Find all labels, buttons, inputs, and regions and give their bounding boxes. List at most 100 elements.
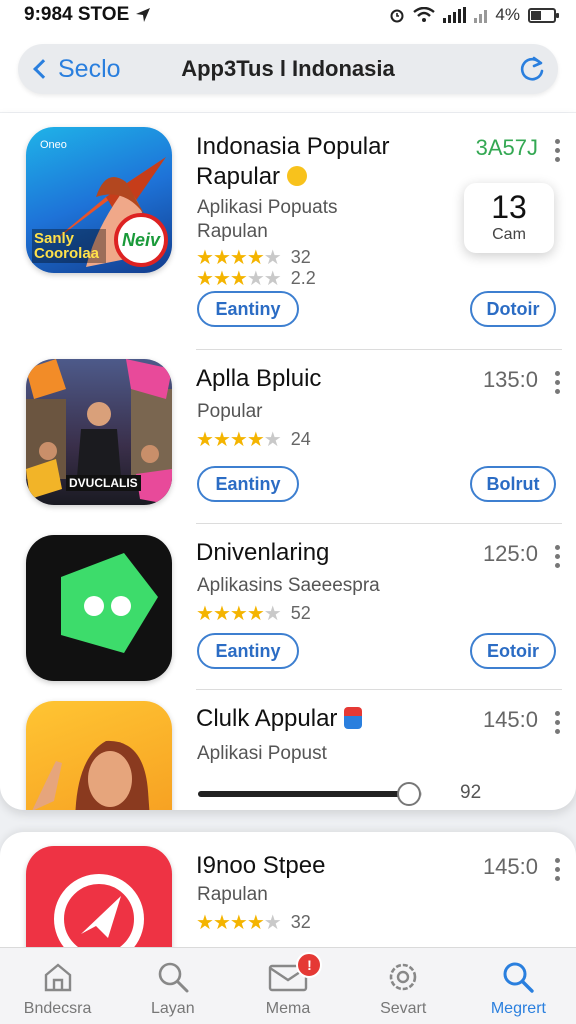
- tab-mema[interactable]: ! Mema: [230, 948, 345, 1024]
- star-filled-icon: ★: [229, 912, 248, 934]
- more-options-icon[interactable]: [555, 545, 560, 568]
- star-empty-icon: ★: [263, 603, 282, 625]
- app-name-line2-text: Rapular: [196, 163, 281, 190]
- refresh-icon[interactable]: [518, 55, 546, 83]
- status-left: 9:984 STOE: [24, 4, 151, 26]
- star-filled-icon: ★: [246, 429, 265, 451]
- app-icon-2[interactable]: DVUCLALIS: [26, 359, 172, 505]
- app-row-1[interactable]: Oneo Sanly Coorolaa Neiv Indonasia Popul…: [0, 113, 576, 349]
- tab-megrert[interactable]: Megrert: [461, 948, 576, 1024]
- app-name: I9noo Stpee: [196, 852, 326, 879]
- app-subtitle: Aplikasi Popuats: [197, 197, 338, 218]
- star-filled-icon: ★: [212, 603, 231, 625]
- slider-fill: [198, 791, 409, 797]
- more-options-icon[interactable]: [555, 371, 560, 394]
- navigation-header: Seclo App3Tus l Indonasia: [0, 30, 576, 112]
- rating-row: ★★★★★ 24: [196, 427, 311, 452]
- star-filled-icon: ★: [229, 603, 248, 625]
- search-icon: [503, 962, 535, 993]
- rating-count: 32: [290, 912, 311, 932]
- get-button[interactable]: Eantiny: [197, 291, 299, 327]
- detail-button[interactable]: Eotoir: [470, 633, 556, 669]
- notification-badge: !: [296, 952, 323, 978]
- tab-label: Megrert: [490, 1000, 546, 1017]
- location-arrow-icon: [136, 8, 151, 22]
- star-empty-icon: ★: [246, 268, 265, 290]
- smiley-icon: [286, 166, 307, 186]
- rank-popup-label: Cam: [492, 226, 526, 243]
- rating-count: 32: [290, 247, 311, 267]
- star-filled-icon: ★: [196, 912, 214, 934]
- app-subtitle: Rapulan: [197, 884, 268, 905]
- more-options-icon[interactable]: [555, 858, 560, 881]
- app-price: 3A57J: [475, 135, 538, 160]
- app-name-line2: Rapular: [196, 163, 307, 191]
- rating-row: ★★★★★ 52: [196, 601, 311, 626]
- rating-count: 2.2: [290, 268, 316, 288]
- rating-row: ★★★★★ 32: [196, 910, 311, 935]
- tab-layan[interactable]: Layan: [115, 948, 230, 1024]
- chat-bubble-icon: [61, 553, 158, 653]
- star-rating: ★★★★★: [196, 427, 282, 452]
- app-icon-3[interactable]: [26, 535, 172, 681]
- chevron-left-icon: [33, 59, 53, 79]
- tab-sevart[interactable]: Sevart: [346, 948, 461, 1024]
- rank-popup: 13 Cam: [464, 183, 554, 253]
- battery-percent: 4%: [495, 5, 520, 24]
- app-row-3[interactable]: Dnivenlaring Aplikasins Saeeespra ★★★★★ …: [0, 523, 576, 689]
- gear-icon: [389, 963, 417, 991]
- new-badge: Neiv: [114, 213, 168, 267]
- star-rating: ★★★★★: [196, 266, 282, 291]
- more-options-icon[interactable]: [555, 139, 560, 162]
- back-label: Seclo: [58, 54, 121, 83]
- detail-button[interactable]: Bolrut: [470, 466, 556, 502]
- app-name-text: Clulk Appular: [196, 705, 338, 732]
- app-row-5[interactable]: I9noo Stpee Rapulan ★★★★★ 32 145:0: [0, 832, 576, 992]
- app-row-2[interactable]: DVUCLALIS Aplla Bpluic Popular ★★★★★ 24 …: [0, 349, 576, 523]
- slider-knob[interactable]: [396, 782, 421, 806]
- app-icon-1[interactable]: Oneo Sanly Coorolaa Neiv: [26, 127, 172, 273]
- star-empty-icon: ★: [263, 268, 282, 290]
- tab-label: Mema: [265, 1000, 311, 1017]
- tab-label: Sevart: [380, 1000, 427, 1017]
- woman-portrait-illustration: [32, 740, 150, 810]
- alarm-icon: [390, 9, 404, 23]
- back-button[interactable]: Seclo: [28, 44, 121, 94]
- app-name: Dnivenlaring: [196, 539, 330, 566]
- app-name: Indonasia Popular: [196, 133, 390, 160]
- app-subtitle: Aplikasi Popust: [197, 743, 327, 764]
- star-rating: ★★★★★: [196, 601, 282, 626]
- tab-home[interactable]: Bndecsra: [0, 948, 115, 1024]
- icon-brand-text: Oneo: [40, 139, 67, 151]
- status-time: 9:984 STOE: [24, 4, 130, 25]
- app-subtitle-line2: Rapulan: [197, 221, 268, 242]
- tab-bar: Bndecsra Layan ! Mema Sevart Megrert: [0, 947, 576, 1024]
- navigation-bar: Seclo App3Tus l Indonasia: [18, 44, 558, 94]
- get-button[interactable]: Eantiny: [197, 466, 299, 502]
- app-price: 125:0: [482, 541, 538, 566]
- app-row-4[interactable]: Clulk Appular Aplikasi Popust 145:0 92: [0, 689, 576, 810]
- signal-secondary-icon: [474, 7, 488, 23]
- get-button[interactable]: Eantiny: [197, 633, 299, 669]
- star-empty-icon: ★: [263, 429, 282, 451]
- app-icon-4[interactable]: [26, 701, 172, 810]
- download-progress-slider[interactable]: [198, 779, 422, 809]
- new-badge-label: Neiv: [121, 229, 161, 250]
- paint-icon: [344, 707, 363, 729]
- battery-icon: [528, 7, 559, 23]
- icon-caption: Sanly Coorolaa: [32, 229, 106, 263]
- star-rating: ★★★★★: [196, 910, 282, 935]
- more-options-icon[interactable]: [555, 711, 560, 734]
- app-list-card: Oneo Sanly Coorolaa Neiv Indonasia Popul…: [0, 113, 576, 810]
- app-name: Clulk Appular: [196, 705, 363, 733]
- app-name: Aplla Bpluic: [196, 365, 322, 392]
- star-filled-icon: ★: [196, 429, 214, 451]
- rating-count: 24: [290, 429, 311, 449]
- detail-button[interactable]: Dotoir: [470, 291, 556, 327]
- star-filled-icon: ★: [246, 912, 265, 934]
- app-price: 145:0: [482, 854, 538, 879]
- search-icon: [158, 962, 189, 993]
- star-filled-icon: ★: [196, 603, 214, 625]
- star-filled-icon: ★: [229, 268, 248, 290]
- rating-count: 52: [290, 603, 311, 623]
